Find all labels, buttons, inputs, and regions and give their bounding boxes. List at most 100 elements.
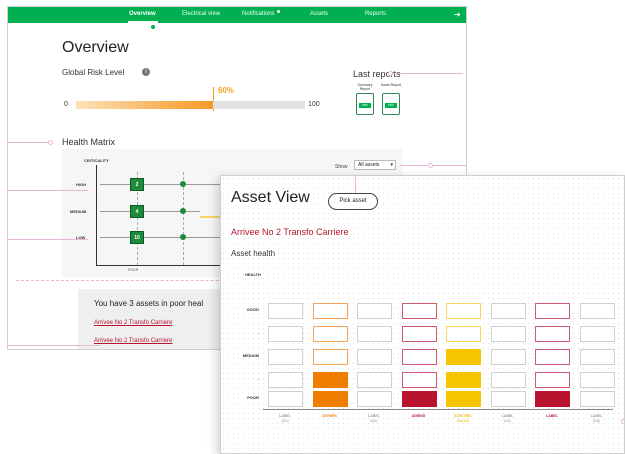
health-cell [312,372,348,388]
show-filter-value: All assets [358,162,380,168]
health-axis-title: HEALTH [245,272,261,277]
health-cell [312,303,348,319]
annotation-dot [388,71,393,76]
health-column-label: LABEL (NA) [354,414,394,424]
health-matrix-label: Health Matrix [62,137,116,147]
health-cell [268,303,303,319]
nav-item-assets[interactable]: Assets [310,11,328,17]
health-cell [490,349,526,365]
annotation-line [8,345,100,346]
matrix-x-tick: - [182,268,184,272]
nav-item-reports[interactable]: Reports [365,11,386,17]
matrix-x-tick: POOR [128,268,139,272]
chevron-down-icon: ▾ [390,162,393,168]
nav-item-notifications[interactable]: Notifications [242,11,275,17]
health-cell [357,349,392,365]
health-column-label: LABEL (NA) [488,414,528,424]
matrix-cell-medium[interactable]: 4 [130,205,144,218]
notification-badge [276,9,281,14]
health-cell [446,326,481,342]
health-cell [446,303,481,319]
asset-view-title: Asset View [231,189,310,207]
risk-min-label: 0 [64,101,68,108]
info-icon[interactable]: i [142,68,150,76]
health-cell [312,326,348,342]
nav-item-electrical-view[interactable]: Electrical view [182,11,220,17]
column-label-sub: (NA) [370,419,378,423]
health-cell [357,391,392,407]
matrix-cell-low[interactable]: 10 [130,231,144,244]
nav-item-overview[interactable]: Overview [129,11,156,17]
document-icon: PDF [382,93,400,115]
column-label-sub: (NA) [281,419,289,423]
health-cell [268,391,303,407]
annotation-dot [428,163,433,168]
last-reports-label: Last reports [353,69,401,79]
summary-report-card[interactable]: Summary Report PDF [354,83,376,115]
asset-name: Arrivee No 2 Transfo Carriere [231,227,349,237]
matrix-dot[interactable] [180,208,186,214]
matrix-cell-high[interactable]: 2 [130,178,144,191]
health-column-label: OTHERS [310,414,350,419]
report-name: Summary Report [357,83,373,91]
health-cell [268,372,303,388]
column-label-main: AGEING [411,414,426,418]
health-cell [401,372,437,388]
health-cell [446,349,481,365]
poor-asset-link[interactable]: Arrivee No 2 Transfo Carriere [94,338,172,344]
logout-icon[interactable]: ➜ [454,10,461,19]
pdf-badge: PDF [359,103,371,108]
health-grid-baseline [263,409,613,410]
pick-asset-button[interactable]: Pick asset [328,193,378,210]
health-column-label: LABEL (NA) [577,414,617,424]
asset-report-card[interactable]: Asset Report PDF [380,83,402,115]
health-cell [490,391,526,407]
show-filter-label: Show [335,164,348,170]
annotation-line [8,190,88,191]
document-icon: PDF [356,93,374,115]
health-cell [312,391,348,407]
annotation-line [400,165,466,166]
health-cell [490,303,526,319]
health-cell [446,391,481,407]
asset-view-window: Asset View Pick asset Arrivee No 2 Trans… [220,175,625,454]
matrix-dot[interactable] [180,234,186,240]
health-cell [579,391,615,407]
active-tab-indicator [128,21,158,23]
risk-progress-fill [76,101,214,109]
health-cell [268,349,303,365]
pdf-badge: PDF [385,103,397,108]
annotation-line [355,176,356,193]
health-level-label: POOR [247,395,259,400]
criticality-axis-title: CRITICALITY [84,158,109,163]
health-cell [401,349,437,365]
health-cell [490,326,526,342]
show-filter-select[interactable]: All assets ▾ [354,160,396,170]
health-cell [535,303,570,319]
composite-screenshot: Overview Electrical view Notifications A… [0,0,625,454]
poor-health-message: You have 3 assets in poor heal [94,299,204,308]
column-label-sub: (NA) [592,419,601,423]
health-column-label: ELECTRIC ISSUES [443,414,483,424]
column-label-sub: ISSUES [456,419,470,423]
health-cell [268,326,303,342]
health-cell [579,303,615,319]
poor-asset-link[interactable]: Arrivee No 2 Transfo Carriere [94,320,172,326]
health-cell [401,326,437,342]
health-cell [312,349,348,365]
risk-progress-bar [76,101,305,109]
health-cell [357,303,392,319]
health-column-label: LABEL (NA) [265,414,305,424]
health-level-label: - [257,330,259,335]
health-cell [579,372,615,388]
matrix-dot[interactable] [180,181,186,187]
active-tab-dot [151,25,155,29]
column-label-main: LABEL [546,414,558,418]
top-nav-bar: Overview Electrical view Notifications A… [8,7,466,23]
health-cell [535,326,570,342]
page-title: Overview [62,39,129,56]
risk-percent-label: 60% [218,86,235,95]
health-cell [579,326,615,342]
health-cell [401,391,437,407]
annotation-line [391,73,463,74]
